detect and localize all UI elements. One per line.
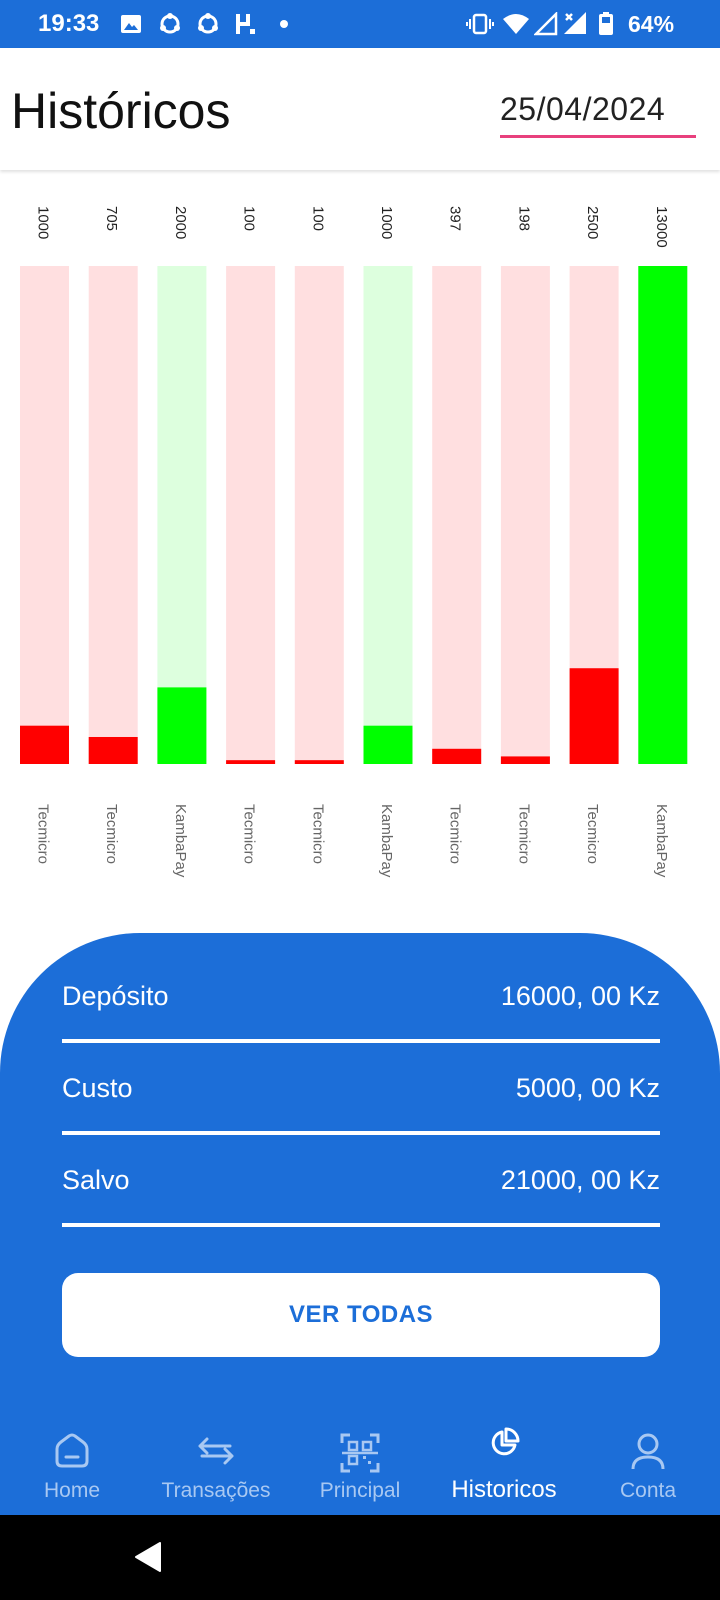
home-icon [55, 1433, 89, 1468]
bar-track [500, 266, 550, 764]
sync-icon [160, 13, 180, 34]
signal-x-icon [564, 12, 586, 34]
category-label: Tecmicro [103, 804, 120, 864]
summary-row-cost: Custo 5000, 00 Kz [62, 1043, 660, 1135]
nav-item-home[interactable]: Home [0, 1415, 144, 1515]
page-title: Históricos [11, 83, 231, 139]
status-time: 19:33 [38, 10, 100, 37]
date-picker-field[interactable]: 25/04/2024 [500, 90, 696, 138]
bar-track [226, 266, 276, 764]
bar-value-label: 705 [103, 206, 120, 231]
bar-value-label: 2500 [584, 206, 601, 239]
image-icon [121, 15, 141, 33]
bar-value-label: 1000 [378, 206, 395, 239]
category-label: Tecmicro [309, 804, 326, 864]
android-navigation-bar [0, 1515, 720, 1600]
wifi-icon [503, 14, 529, 34]
pie-chart-icon [491, 1427, 520, 1456]
summary-value: 21000, 00 Kz [500, 1165, 660, 1195]
see-all-button[interactable]: VER TODAS [62, 1273, 660, 1357]
bar-value-label: 13000 [653, 206, 670, 248]
category-label: Tecmicro [241, 804, 258, 864]
category-label: KambaPay [653, 804, 670, 878]
nav-item-transactions[interactable]: Transações [144, 1415, 288, 1515]
date-value: 25/04/2024 [500, 91, 666, 127]
battery-icon [599, 12, 613, 35]
bar[interactable] [432, 748, 482, 764]
bar[interactable] [569, 668, 619, 764]
category-label: Tecmicro [584, 804, 601, 864]
summary-value: 5000, 00 Kz [515, 1073, 660, 1103]
status-bar: 19:33 64% [0, 0, 720, 48]
user-icon [631, 1433, 665, 1470]
bar-track [432, 266, 482, 764]
dot-icon [280, 20, 288, 28]
bar-track [88, 266, 138, 764]
bar[interactable] [88, 736, 138, 764]
bar[interactable] [500, 756, 550, 764]
qr-scan-icon [340, 1433, 380, 1473]
bar[interactable] [294, 760, 344, 764]
category-label: KambaPay [378, 804, 395, 878]
sync-icon [198, 13, 218, 34]
bar[interactable] [363, 725, 413, 764]
summary-label: Salvo [62, 1165, 130, 1195]
bar[interactable] [20, 725, 69, 764]
bar[interactable] [157, 687, 207, 764]
bar-value-label: 100 [241, 206, 258, 231]
history-bar-chart: 1000 Tecmicro 705 Tecmicro 2000 KambaPay 100 Te… [20, 206, 688, 878]
battery-level: 64% [628, 11, 675, 37]
header: Históricos 25/04/2024 [0, 48, 720, 170]
bottom-navigation: Home Transações Principal Historicos Con… [0, 1415, 720, 1515]
summary-value: 16000, 00 Kz [500, 981, 660, 1011]
summary-label: Depósito [62, 981, 169, 1011]
nav-item-account[interactable]: Conta [576, 1415, 720, 1515]
transfer-icon [198, 1437, 234, 1465]
back-icon[interactable] [134, 1541, 164, 1573]
bar-value-label: 1000 [35, 206, 52, 239]
nav-label: Transações [161, 1479, 271, 1502]
nav-label: Principal [319, 1479, 401, 1502]
signal-icon [534, 12, 558, 36]
summary-label: Custo [62, 1073, 133, 1103]
bar-track [20, 266, 69, 764]
category-label: Tecmicro [515, 804, 532, 864]
bar-value-label: 397 [447, 206, 464, 231]
bar[interactable] [638, 266, 688, 764]
bar-value-label: 100 [309, 206, 326, 231]
summary-row-saved: Salvo 21000, 00 Kz [62, 1135, 660, 1227]
vibrate-icon [466, 13, 494, 35]
summary-row-deposit: Depósito 16000, 00 Kz [62, 951, 660, 1043]
bar-track [294, 266, 344, 764]
category-label: KambaPay [172, 804, 189, 878]
bar-track [363, 266, 413, 764]
category-label: Tecmicro [35, 804, 52, 864]
bar[interactable] [226, 760, 276, 764]
nav-label: Conta [619, 1479, 677, 1502]
bar-value-label: 198 [515, 206, 532, 231]
nav-label: Home [43, 1479, 101, 1502]
bar-value-label: 2000 [172, 206, 189, 239]
nav-item-principal[interactable]: Principal [288, 1415, 432, 1515]
nav-label: Historicos [451, 1476, 557, 1503]
h-notification-icon [236, 14, 255, 34]
nav-item-historicos[interactable]: Historicos [432, 1415, 576, 1515]
category-label: Tecmicro [447, 804, 464, 864]
